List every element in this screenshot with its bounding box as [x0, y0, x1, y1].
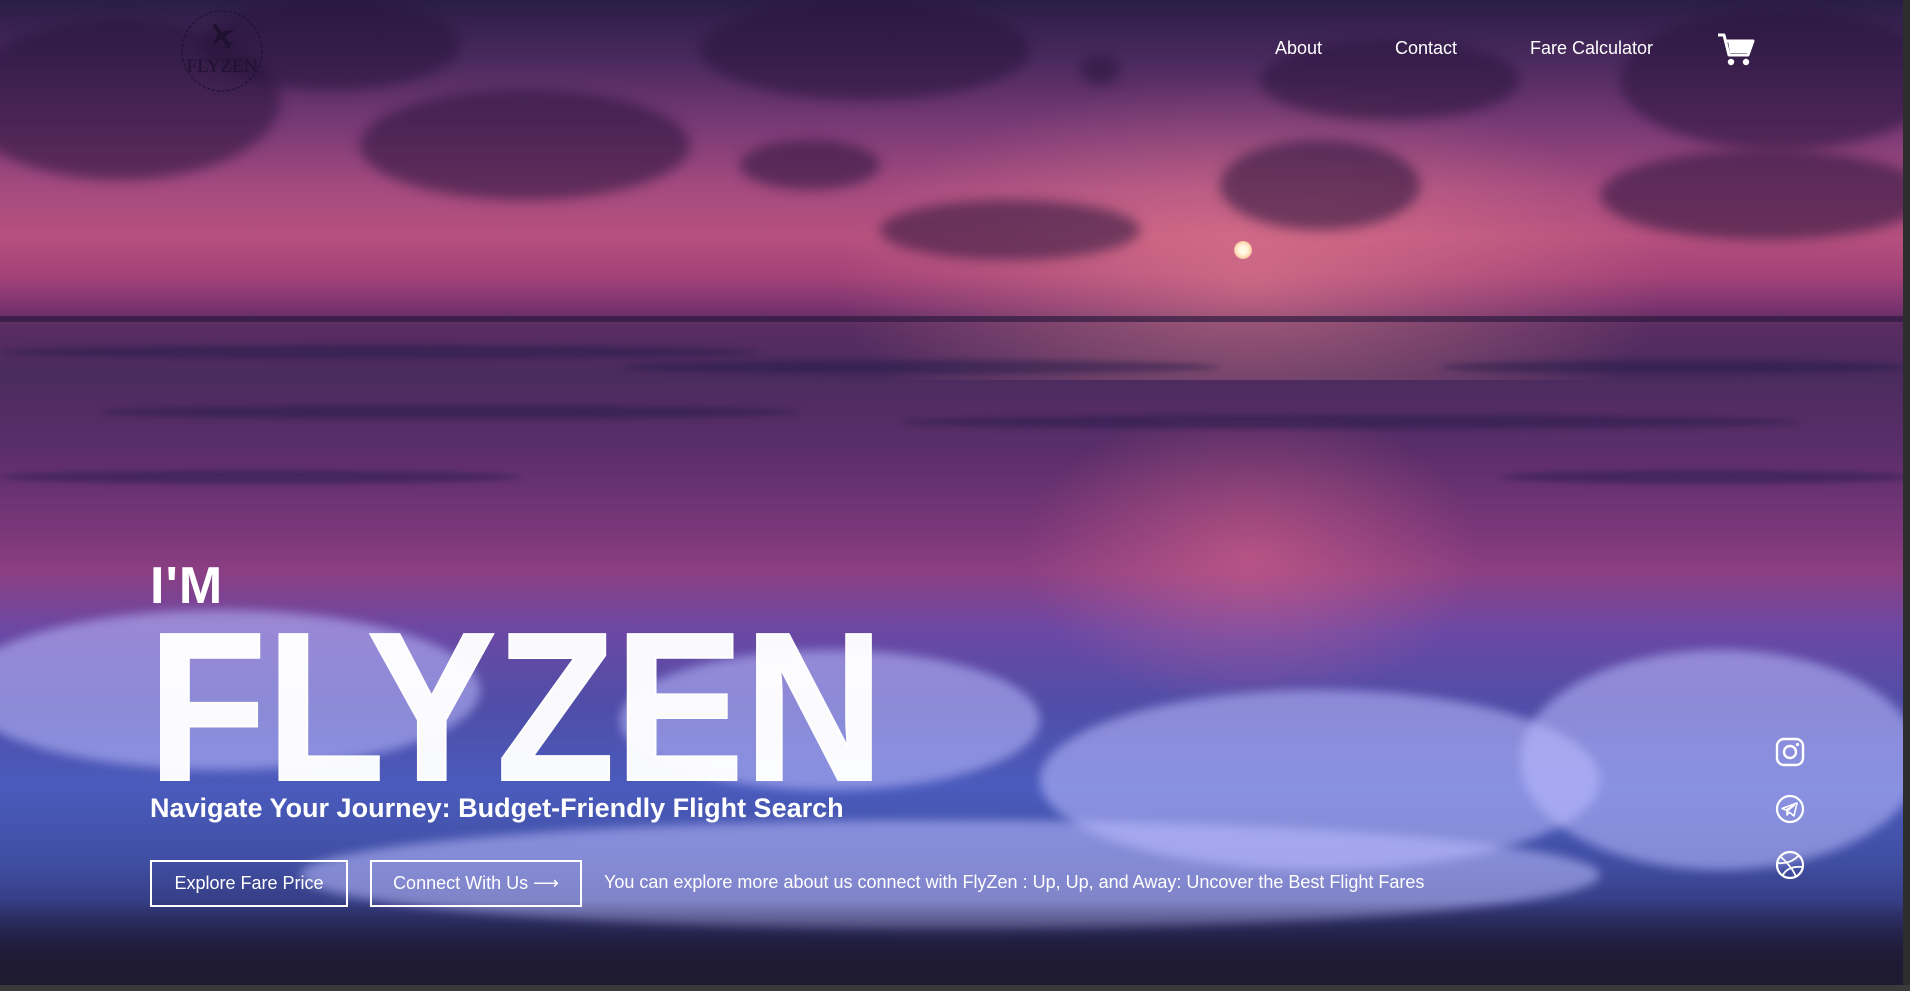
wave — [100, 405, 800, 419]
horizon — [0, 316, 1910, 322]
logo-text: FLYZEN — [187, 56, 258, 77]
cloud — [1220, 140, 1420, 230]
scrollbar[interactable] — [1903, 0, 1910, 991]
hero-pre-title: I'M — [150, 557, 224, 615]
nav-contact[interactable]: Contact — [1395, 38, 1457, 59]
logo-mark: FLYZEN — [181, 10, 263, 92]
sea-reflection — [1000, 420, 1500, 720]
sun — [1234, 241, 1252, 259]
wave — [1500, 470, 1910, 484]
bottom-edge — [0, 985, 1910, 991]
explore-fare-button[interactable]: Explore Fare Price — [150, 860, 348, 907]
dribbble-link[interactable] — [1774, 849, 1806, 881]
hero-description: You can explore more about us connect wi… — [604, 872, 1425, 892]
wave — [1440, 360, 1910, 374]
cloud — [740, 140, 880, 190]
nav-about[interactable]: About — [1275, 38, 1322, 59]
dribbble-icon — [1775, 850, 1805, 880]
foam — [1520, 650, 1910, 870]
telegram-link[interactable] — [1774, 793, 1806, 825]
instagram-icon — [1775, 737, 1805, 767]
cloud — [1600, 150, 1910, 240]
cloud — [360, 90, 690, 200]
wave — [0, 345, 760, 359]
instagram-link[interactable] — [1774, 736, 1806, 768]
cloud — [880, 200, 1140, 260]
hero-title: FLYZEN — [147, 587, 888, 826]
cloud — [1080, 55, 1120, 85]
airplane-icon — [211, 24, 235, 50]
connect-button[interactable]: Connect With Us ⟶ — [370, 860, 582, 907]
wave — [620, 360, 1220, 374]
hero-title-text: FLYZEN — [148, 620, 884, 784]
wave — [0, 470, 520, 484]
cloud — [700, 0, 1030, 100]
hero-tagline: Navigate Your Journey: Budget-Friendly F… — [150, 793, 844, 823]
telegram-icon — [1775, 794, 1805, 824]
hero-section — [0, 0, 1910, 985]
cart-button[interactable] — [1716, 32, 1756, 68]
shore — [0, 900, 1910, 985]
brand-logo[interactable]: FLYZEN — [176, 8, 268, 94]
wave — [900, 415, 1800, 429]
cart-icon — [1718, 33, 1755, 66]
nav-fare-calculator[interactable]: Fare Calculator — [1530, 38, 1653, 59]
